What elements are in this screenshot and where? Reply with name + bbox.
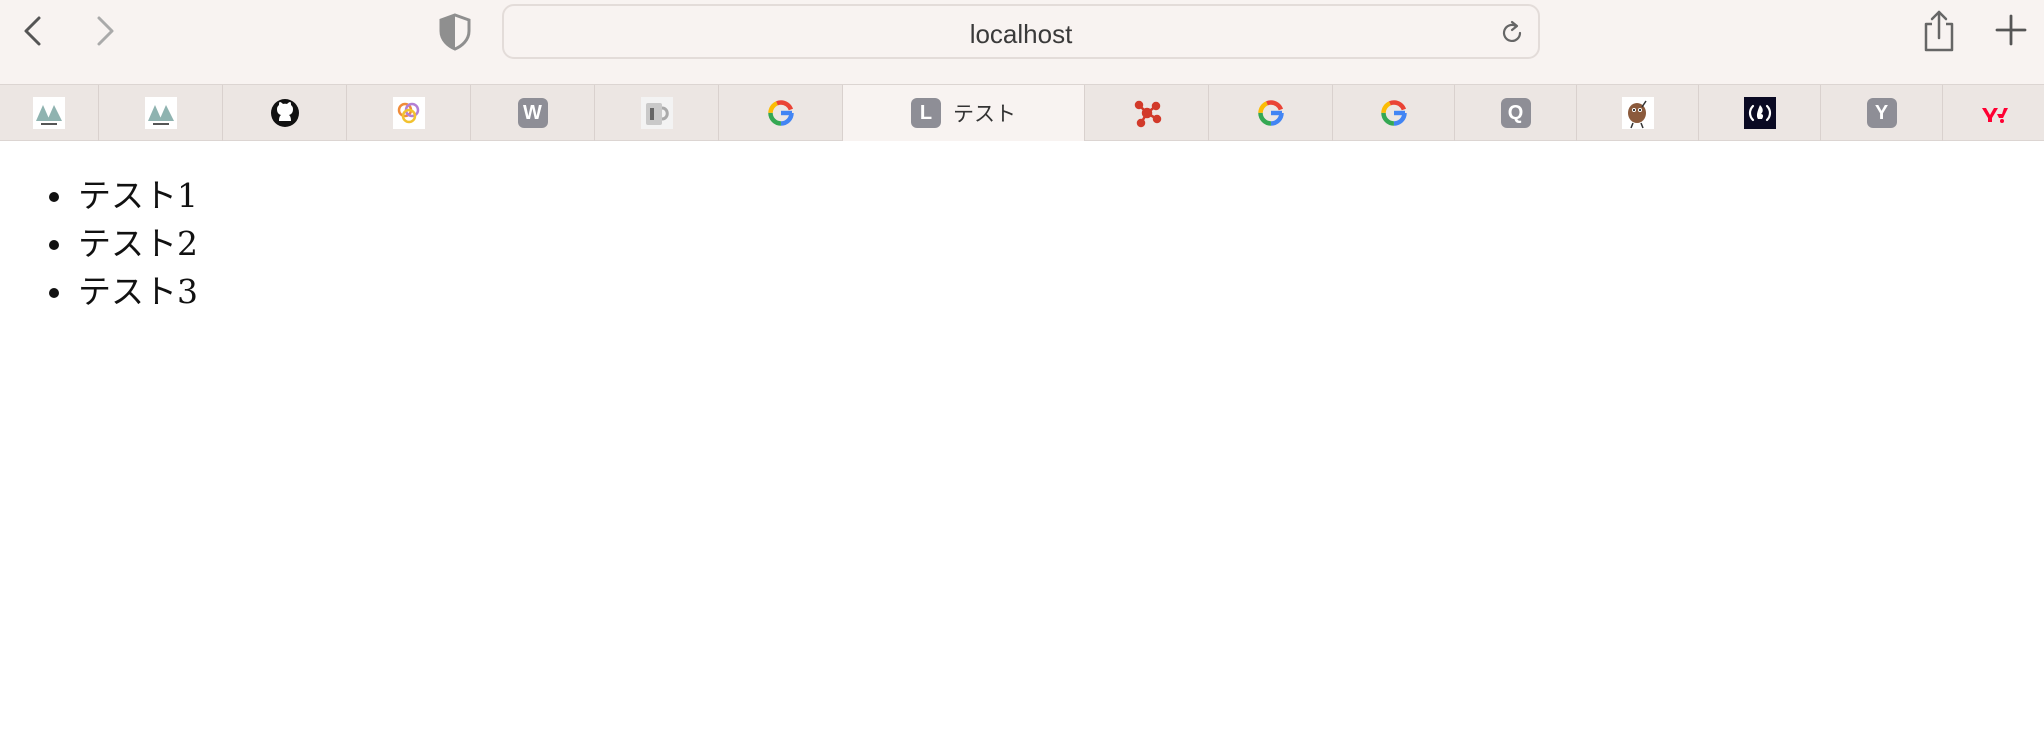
letter-icon: Q: [1500, 98, 1531, 128]
tab-7[interactable]: [719, 85, 843, 141]
page-content: テスト1 テスト2 テスト3: [0, 142, 2044, 754]
tab-4[interactable]: [347, 85, 471, 141]
letter-icon: W: [517, 98, 548, 128]
address-bar[interactable]: localhost: [502, 4, 1540, 59]
tab-3[interactable]: [223, 85, 347, 141]
browser-toolbar: localhost: [0, 0, 2044, 84]
google-icon: [1255, 97, 1287, 129]
shield-icon[interactable]: [438, 13, 472, 51]
google-icon: [765, 97, 797, 129]
tab-13[interactable]: [1577, 85, 1699, 141]
github-icon: [269, 97, 301, 129]
freecodecamp-icon: [1743, 97, 1776, 129]
tab-1[interactable]: [0, 85, 99, 141]
tab-10[interactable]: [1209, 85, 1333, 141]
red-molecule-icon: [1131, 97, 1163, 129]
back-button[interactable]: [14, 12, 54, 52]
list-item: テスト1: [76, 172, 198, 220]
tab-11[interactable]: [1333, 85, 1455, 141]
letter-icon: L: [911, 98, 941, 128]
tab-9[interactable]: [1085, 85, 1209, 141]
plus-icon[interactable]: [1994, 13, 2028, 47]
tab-bar: W L テスト Q Y: [0, 84, 2044, 141]
mountain-logo-icon: [144, 97, 177, 129]
reload-icon[interactable]: [1498, 19, 1526, 47]
forward-button[interactable]: [84, 12, 124, 52]
tab-2[interactable]: [99, 85, 223, 141]
tab-15[interactable]: Y: [1821, 85, 1943, 141]
tab-title: テスト: [953, 102, 1016, 126]
tab-5[interactable]: W: [471, 85, 595, 141]
google-icon: [1378, 97, 1410, 129]
tab-active[interactable]: L テスト: [843, 85, 1085, 141]
character-icon: [1621, 97, 1654, 129]
list-item: テスト2: [76, 220, 198, 268]
tab-14[interactable]: [1699, 85, 1821, 141]
chevron-left-icon: [24, 16, 41, 46]
tab-16[interactable]: [1943, 85, 2044, 141]
colorful-swirl-icon: [392, 97, 425, 129]
list-item: テスト3: [76, 268, 198, 316]
mountain-logo-icon: [33, 97, 65, 129]
tab-6[interactable]: [595, 85, 719, 141]
share-icon[interactable]: [1920, 8, 1958, 54]
chevron-right-icon: [97, 16, 114, 46]
url-text[interactable]: localhost: [504, 19, 1538, 50]
letter-icon: Y: [1866, 98, 1897, 128]
tab-12[interactable]: Q: [1455, 85, 1577, 141]
yahoo-icon: [1978, 97, 2010, 129]
mug-icon: [640, 97, 673, 129]
bullet-list: テスト1 テスト2 テスト3: [76, 172, 198, 316]
